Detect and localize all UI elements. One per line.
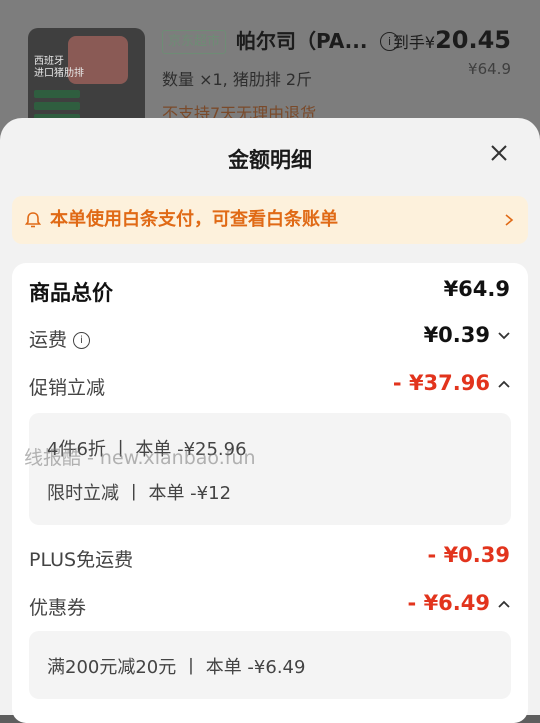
plus-value: - ¥0.39 xyxy=(427,543,510,567)
coupon-detail-box: 满200元减20元 丨 本单 -¥6.49 xyxy=(29,631,511,699)
coupon-item: 满200元减20元 丨 本单 -¥6.49 xyxy=(47,657,306,678)
total-value: ¥64.9 xyxy=(443,277,510,301)
watermark: 线报酷 - new.xianbao.fun xyxy=(24,447,256,469)
sheet-title: 金额明细 xyxy=(228,148,312,172)
thumbnail-badge xyxy=(34,90,80,98)
amount-detail-sheet: 金额明细 本单使用白条支付，可查看白条账单 商品总价 ¥64.9 运费 i ¥0.… xyxy=(0,118,540,723)
product-thumbnail: 西班牙 进口猪肋排 xyxy=(28,28,145,128)
chevron-down-icon xyxy=(498,332,510,340)
bell-icon xyxy=(24,212,42,228)
total-label: 商品总价 xyxy=(29,281,113,305)
promo-item: 限时立减 丨 本单 -¥12 xyxy=(47,483,232,504)
promo-value-row[interactable]: - ¥37.96 xyxy=(393,371,510,395)
coupon-value-row[interactable]: - ¥6.49 xyxy=(408,591,510,615)
shipping-row: 运费 i xyxy=(29,325,91,352)
baitiao-notice[interactable]: 本单使用白条支付，可查看白条账单 xyxy=(12,196,528,244)
thumbnail-badge xyxy=(34,102,80,110)
chevron-up-icon xyxy=(498,380,510,388)
amount-breakdown: 商品总价 ¥64.9 运费 i ¥0.39 促销立减 - ¥37.96 4件6折 … xyxy=(12,263,528,723)
coupon-label: 优惠券 xyxy=(29,597,87,619)
promo-value: - ¥37.96 xyxy=(392,371,490,395)
chevron-right-icon xyxy=(505,214,514,226)
final-price-label: 到手¥ xyxy=(392,33,436,52)
shipping-label: 运费 xyxy=(29,329,68,351)
quantity-text: 数量 ×1, 猪肋排 2斤 xyxy=(162,70,313,89)
product-title[interactable]: 帕尔司（PA... xyxy=(236,27,367,55)
final-price-value: 20.45 xyxy=(435,26,511,54)
final-price: 到手¥20.45 xyxy=(393,24,511,59)
shipping-value: ¥0.39 xyxy=(423,323,490,347)
thumbnail-text: 西班牙 进口猪肋排 xyxy=(34,56,84,79)
coupon-value: - ¥6.49 xyxy=(407,591,490,615)
notice-text: 本单使用白条支付，可查看白条账单 xyxy=(50,209,338,230)
store-tag: 京东超市 xyxy=(162,30,227,54)
original-price: ¥64.9 xyxy=(468,60,511,78)
shipping-value-row[interactable]: ¥0.39 xyxy=(424,323,510,347)
chevron-up-icon xyxy=(498,600,510,608)
promo-label: 促销立减 xyxy=(29,377,106,399)
plus-label: PLUS免运费 xyxy=(29,549,134,571)
close-icon[interactable] xyxy=(488,142,510,164)
info-icon[interactable]: i xyxy=(73,332,91,349)
